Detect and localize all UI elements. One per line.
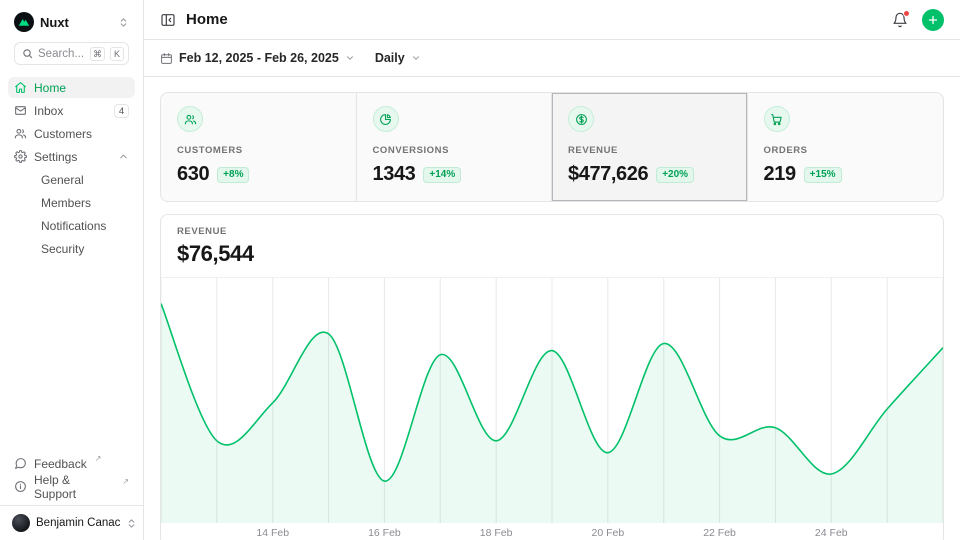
chevron-down-icon (411, 53, 421, 63)
chevron-down-icon (345, 53, 355, 63)
sidebar-item-label: Inbox (34, 104, 63, 118)
chevron-up-down-icon (118, 17, 129, 28)
kbd-k: K (110, 47, 124, 61)
collapse-sidebar-button[interactable] (160, 12, 176, 28)
chart-pie-icon (373, 106, 399, 132)
users-icon (14, 127, 27, 140)
chart-label: REVENUE (177, 226, 927, 237)
notifications-button[interactable] (892, 12, 908, 28)
sidebar-item-notifications[interactable]: Notifications (8, 215, 135, 236)
stat-value: $477,626 (568, 163, 648, 186)
stat-value: 630 (177, 163, 209, 186)
avatar (12, 514, 30, 532)
date-range-value: Feb 12, 2025 - Feb 26, 2025 (179, 51, 339, 65)
inbox-count-badge: 4 (114, 104, 129, 118)
stat-value: 219 (764, 163, 796, 186)
stat-card-customers[interactable]: CUSTOMERS 630 +8% (161, 93, 357, 201)
user-menu[interactable]: Benjamin Canac (8, 512, 135, 534)
stat-card-revenue[interactable]: REVENUE $477,626 +20% (552, 93, 748, 201)
x-axis-tick: 16 Feb (368, 527, 401, 539)
add-button[interactable] (922, 9, 944, 31)
circle-dollar-icon (568, 106, 594, 132)
stat-delta-badge: +14% (423, 167, 461, 183)
user-section: Benjamin Canac (0, 505, 143, 540)
period-select[interactable]: Daily (375, 51, 421, 65)
sidebar-item-inbox[interactable]: Inbox 4 (8, 100, 135, 121)
help-support-label: Help & Support (34, 473, 114, 501)
chart-svg (161, 278, 943, 523)
cart-icon (764, 106, 790, 132)
sidebar-item-general[interactable]: General (8, 169, 135, 190)
x-axis-tick: 14 Feb (256, 527, 289, 539)
x-axis-tick: 24 Feb (815, 527, 848, 539)
page-title: Home (186, 11, 228, 28)
notification-dot (903, 10, 910, 17)
stat-delta-badge: +20% (656, 167, 694, 183)
workspace-switcher[interactable]: Nuxt (8, 10, 135, 34)
stat-label: CONVERSIONS (373, 145, 536, 156)
x-axis-tick: 22 Feb (703, 527, 736, 539)
stat-delta-badge: +8% (217, 167, 249, 183)
revenue-chart-card: REVENUE $76,544 14 Feb 16 Feb 18 Feb 20 Feb… (160, 214, 944, 540)
kbd-meta: ⌘ (90, 47, 105, 61)
x-axis-tick: 20 Feb (591, 527, 624, 539)
sidebar-item-customers[interactable]: Customers (8, 123, 135, 144)
chart-x-axis: 14 Feb 16 Feb 18 Feb 20 Feb 22 Feb 24 Feb (161, 523, 943, 540)
stat-card-conversions[interactable]: CONVERSIONS 1343 +14% (357, 93, 553, 201)
gear-icon (14, 150, 27, 163)
home-icon (14, 81, 27, 94)
sidebar-nav: Home Inbox 4 Customers Settings General … (0, 73, 143, 259)
users-icon (177, 106, 203, 132)
date-range-picker[interactable]: Feb 12, 2025 - Feb 26, 2025 (160, 51, 355, 65)
stat-label: CUSTOMERS (177, 145, 340, 156)
stat-value: 1343 (373, 163, 416, 186)
stat-label: REVENUE (568, 145, 731, 156)
external-link-icon: ↗ (95, 453, 102, 466)
sidebar-item-label: Settings (34, 150, 77, 164)
dashboard-content: CUSTOMERS 630 +8% CONVERSIONS 1343 +14% (144, 77, 960, 540)
calendar-icon (160, 52, 173, 65)
x-axis-tick: 18 Feb (480, 527, 513, 539)
sidebar-item-members[interactable]: Members (8, 192, 135, 213)
user-name: Benjamin Canac (36, 517, 120, 529)
stats-row: CUSTOMERS 630 +8% CONVERSIONS 1343 +14% (160, 92, 944, 202)
filters-toolbar: Feb 12, 2025 - Feb 26, 2025 Daily (144, 40, 960, 77)
chevron-up-down-icon (126, 518, 137, 529)
revenue-area-chart[interactable] (161, 278, 943, 523)
sidebar-item-settings[interactable]: Settings (8, 146, 135, 167)
external-link-icon: ↗ (122, 476, 129, 489)
stat-label: ORDERS (764, 145, 928, 156)
chart-header: REVENUE $76,544 (161, 215, 943, 278)
main-area: Home Feb 12, 2025 - Feb 26, 2025 Daily (144, 0, 960, 540)
search-field[interactable] (38, 48, 85, 60)
search-icon (22, 48, 33, 59)
search-input[interactable]: ⌘ K (14, 42, 129, 65)
feedback-link[interactable]: Feedback ↗ (8, 453, 135, 474)
main-header: Home (144, 0, 960, 40)
sidebar-spacer (0, 259, 143, 453)
nuxt-logo-icon (14, 12, 34, 32)
chart-value: $76,544 (177, 241, 927, 267)
feedback-label: Feedback (34, 457, 87, 471)
message-bubble-icon (14, 457, 27, 470)
info-circle-icon (14, 480, 27, 493)
chevron-up-icon (118, 151, 129, 162)
sidebar-footer: Feedback ↗ Help & Support ↗ (0, 453, 143, 505)
workspace-name: Nuxt (40, 15, 69, 30)
stat-card-orders[interactable]: ORDERS 219 +15% (748, 93, 944, 201)
header-actions (892, 9, 944, 31)
help-support-link[interactable]: Help & Support ↗ (8, 476, 135, 497)
stat-delta-badge: +15% (804, 167, 842, 183)
sidebar-item-label: Home (34, 81, 66, 95)
inbox-icon (14, 104, 27, 117)
period-value: Daily (375, 51, 405, 65)
sidebar-item-home[interactable]: Home (8, 77, 135, 98)
sidebar-item-label: Customers (34, 127, 92, 141)
sidebar: Nuxt ⌘ K Home Inbox 4 (0, 0, 144, 540)
sidebar-item-security[interactable]: Security (8, 238, 135, 259)
